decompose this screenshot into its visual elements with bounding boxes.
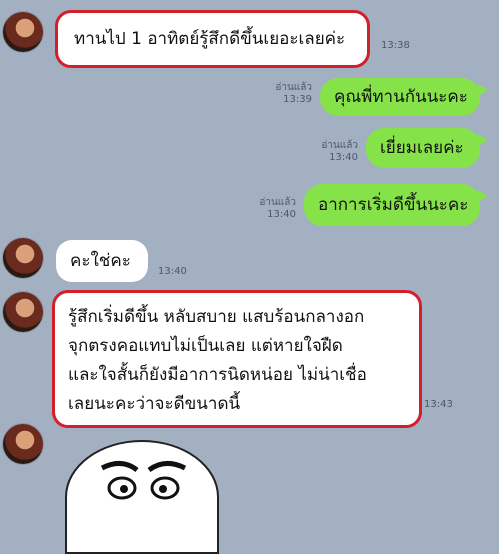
message-text: คุณพี่ทานกันนะคะ bbox=[334, 87, 468, 107]
avatar[interactable] bbox=[3, 292, 43, 332]
message-line: รู้สึกเริ่มดีขึ้น หลับสบาย แสบร้อนกลางอก bbox=[68, 307, 365, 327]
message-meta: อ่านแล้ว 13:40 bbox=[308, 140, 358, 164]
message-line: และใจสั้นก็ยังมีอาการนิดหน่อย ไม่น่าเชื่… bbox=[68, 365, 367, 385]
read-receipt: อ่านแล้ว bbox=[275, 82, 312, 93]
message-text: อาการเริ่มดีขึ้นนะคะ bbox=[318, 195, 469, 215]
message-bubble-sent: อาการเริ่มดีขึ้นนะคะ bbox=[304, 184, 480, 226]
avatar[interactable] bbox=[3, 238, 43, 278]
message-bubble-received: คะใช่คะ bbox=[56, 240, 148, 282]
message-meta: อ่านแล้ว 13:40 bbox=[246, 197, 296, 221]
cartoon-face-sticker-icon bbox=[100, 461, 187, 500]
message-meta: อ่านแล้ว 13:39 bbox=[262, 82, 312, 106]
message-bubble-sent: คุณพี่ทานกันนะคะ bbox=[320, 78, 480, 116]
message-time: 13:43 bbox=[424, 399, 453, 410]
message-bubble-received: ทานไป 1 อาทิตย์รู้สึกดีขึ้นเยอะเลยค่ะ bbox=[55, 10, 370, 68]
read-receipt: อ่านแล้ว bbox=[321, 140, 358, 151]
message-line: เลยนะคะว่าจะดีขนาดนี้ bbox=[68, 394, 241, 414]
message-bubble-received: รู้สึกเริ่มดีขึ้น หลับสบาย แสบร้อนกลางอก… bbox=[52, 290, 422, 428]
bubble-tail bbox=[478, 84, 488, 96]
bubble-tail bbox=[478, 190, 488, 202]
sticker-image[interactable] bbox=[65, 440, 219, 554]
avatar[interactable] bbox=[3, 12, 43, 52]
bubble-tail bbox=[478, 134, 488, 146]
message-time: 13:40 bbox=[158, 266, 187, 277]
message-bubble-sent: เยี่ยมเลยค่ะ bbox=[366, 128, 480, 168]
message-time: 13:39 bbox=[283, 94, 312, 105]
avatar[interactable] bbox=[3, 424, 43, 464]
message-text: เยี่ยมเลยค่ะ bbox=[380, 138, 464, 158]
message-text: คะใช่คะ bbox=[70, 251, 131, 271]
message-time: 13:40 bbox=[267, 209, 296, 220]
message-text: ทานไป 1 อาทิตย์รู้สึกดีขึ้นเยอะเลยค่ะ bbox=[74, 29, 346, 49]
message-time: 13:38 bbox=[381, 40, 410, 51]
read-receipt: อ่านแล้ว bbox=[259, 197, 296, 208]
message-line: จุกตรงคอแทบไม่เป็นเลย แต่หายใจฝืด bbox=[68, 336, 343, 356]
message-time: 13:40 bbox=[329, 152, 358, 163]
